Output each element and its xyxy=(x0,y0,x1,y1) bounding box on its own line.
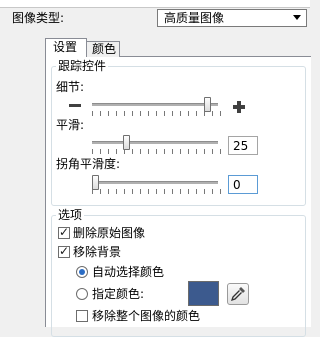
delete-original-checkbox[interactable] xyxy=(58,225,70,239)
top-field-strip xyxy=(0,0,310,8)
auto-select-color-label: 自动选择颜色 xyxy=(92,265,165,279)
corner-smoothness-label: 拐角平滑度: xyxy=(56,157,121,171)
chevron-down-icon xyxy=(293,15,301,20)
tab-settings[interactable]: 设置 xyxy=(45,38,87,57)
corner-smoothness-value-field[interactable]: 0 xyxy=(228,175,258,194)
detail-slider-thumb[interactable] xyxy=(204,97,211,112)
remove-background-checkbox[interactable] xyxy=(58,244,70,258)
corner-slider-ticks xyxy=(92,189,221,194)
remove-whole-image-color-label: 移除整个图像的颜色 xyxy=(92,309,201,323)
tab-color[interactable]: 颜色 xyxy=(87,41,120,57)
delete-original-label: 删除原始图像 xyxy=(73,226,146,240)
image-type-value: 高质量图像 xyxy=(164,11,225,25)
smoothing-label: 平滑: xyxy=(56,118,85,132)
specify-color-label: 指定颜色: xyxy=(92,287,145,301)
tab-color-label: 颜色 xyxy=(92,42,117,56)
corner-smoothness-value: 0 xyxy=(233,178,241,192)
tracking-group xyxy=(51,66,306,206)
smoothing-slider-track[interactable] xyxy=(92,141,218,145)
corner-slider-thumb[interactable] xyxy=(92,175,99,190)
eyedropper-button[interactable] xyxy=(227,283,249,305)
tracking-group-title: 跟踪控件 xyxy=(56,59,109,73)
corner-slider-track[interactable] xyxy=(92,181,218,185)
remove-whole-image-color-checkbox[interactable] xyxy=(76,310,88,322)
specify-color-radio[interactable] xyxy=(76,288,88,300)
eyedropper-icon xyxy=(230,287,245,302)
smoothing-slider-ticks xyxy=(92,149,221,154)
image-type-label: 图像类型: xyxy=(12,11,65,25)
smoothing-value: 25 xyxy=(233,139,249,153)
detail-slider-track[interactable] xyxy=(92,103,218,107)
detail-slider-ticks xyxy=(92,111,221,116)
color-swatch[interactable] xyxy=(188,281,219,306)
plus-icon[interactable] xyxy=(233,101,245,113)
options-group-title: 选项 xyxy=(56,208,85,222)
smoothing-slider-thumb[interactable] xyxy=(123,135,130,150)
remove-background-label: 移除背景 xyxy=(73,245,122,259)
detail-label: 细节: xyxy=(56,80,85,94)
auto-select-color-radio[interactable] xyxy=(76,266,88,278)
smoothing-value-field[interactable]: 25 xyxy=(228,136,258,155)
tab-settings-label: 设置 xyxy=(53,40,78,54)
minus-icon[interactable] xyxy=(69,104,81,107)
image-type-dropdown[interactable]: 高质量图像 xyxy=(157,9,307,27)
